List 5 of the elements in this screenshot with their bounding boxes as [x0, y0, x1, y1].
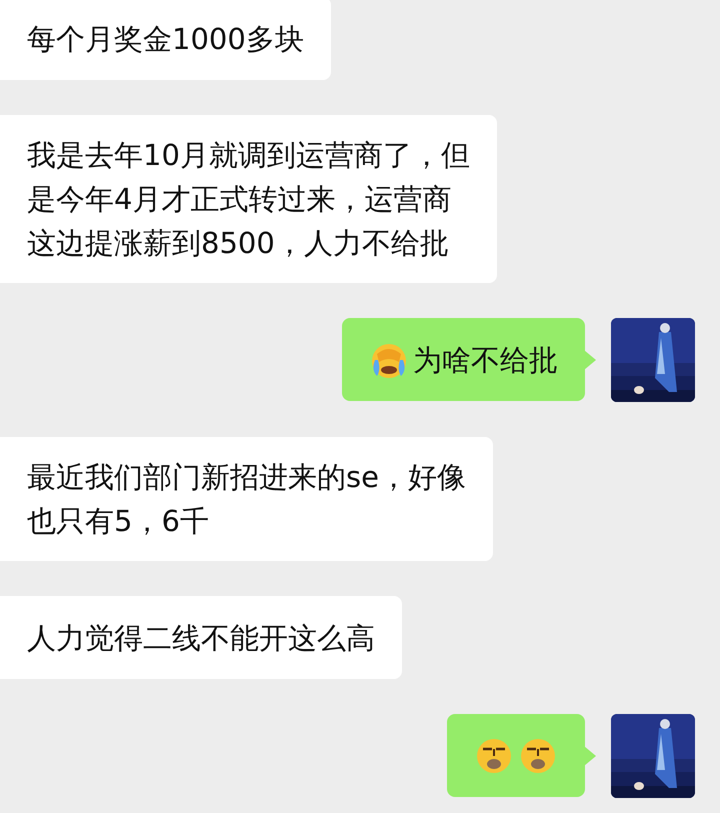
- message-text: 我是去年10月就调到运营商了，但 是今年4月才正式转过来，运营商 这边提涨薪到8500，人力不给批: [27, 137, 470, 262]
- message-text: 为啥不给批: [413, 342, 558, 378]
- message-text: 人力觉得二线不能开这么高: [27, 620, 375, 656]
- message-text: 最近我们部门新招进来的se，好像 也只有5，6千: [27, 459, 466, 540]
- message-text: 每个月奖金1000多块: [27, 20, 304, 58]
